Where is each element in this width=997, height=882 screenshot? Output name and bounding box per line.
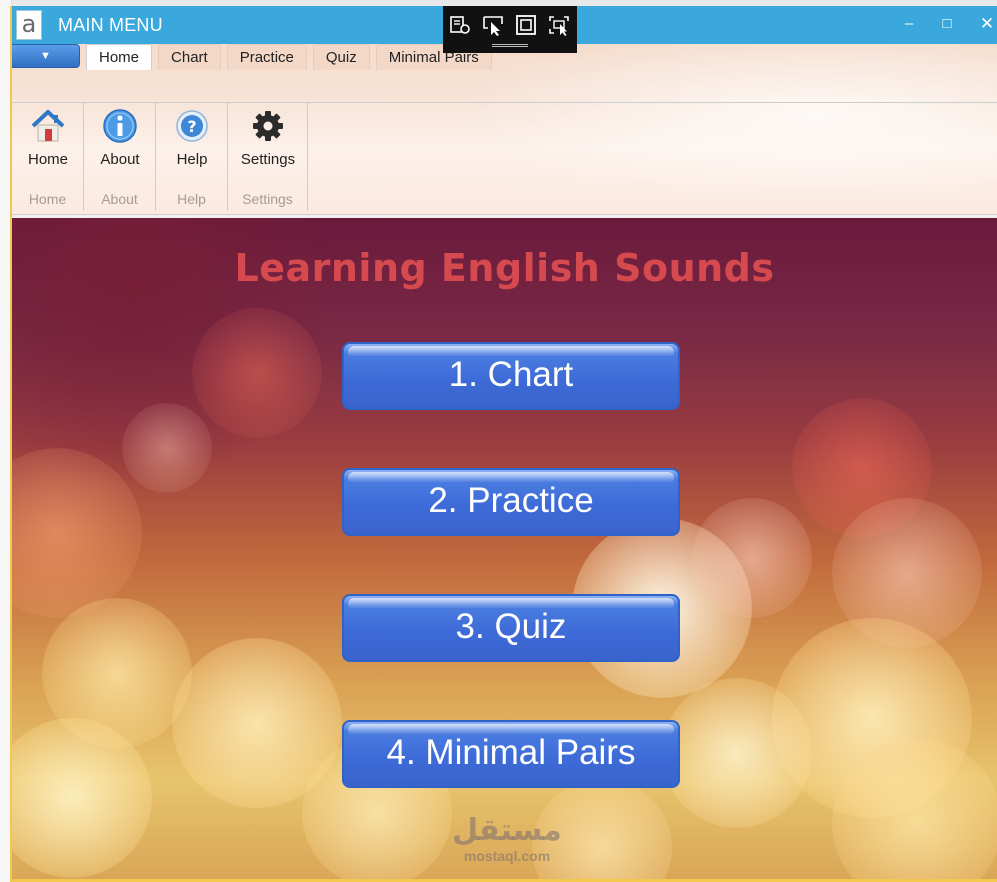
app-logo: a: [16, 10, 42, 40]
quiz-button-label: 3. Quiz: [455, 607, 567, 646]
quiz-button[interactable]: 3. Quiz: [342, 594, 680, 662]
ribbon-group-help: ? Help Help: [156, 103, 228, 211]
help-button[interactable]: ? Help: [160, 107, 224, 168]
tab-quiz[interactable]: Quiz: [312, 44, 370, 70]
ribbon-group-home: Home Home: [12, 103, 84, 211]
ribbon-group-settings: Settings Settings: [228, 103, 308, 211]
group-label-about: About: [101, 191, 138, 207]
minimal-pairs-button-label: 4. Minimal Pairs: [386, 733, 636, 772]
ribbon-tabs: Home Chart Practice Quiz Minimal Pairs: [86, 44, 492, 70]
house-icon: [31, 110, 65, 142]
bokeh-light: [662, 678, 812, 828]
about-button-label: About: [100, 151, 140, 168]
ribbon-bottom-edge: [12, 214, 997, 218]
button-shine: [348, 472, 674, 482]
gear-icon: [253, 111, 283, 141]
button-shine: [348, 346, 674, 356]
tab-practice[interactable]: Practice: [226, 44, 307, 70]
home-button-label: Home: [27, 151, 68, 168]
tab-chart[interactable]: Chart: [158, 44, 221, 70]
bokeh-light: [192, 308, 322, 438]
chart-button[interactable]: 1. Chart: [342, 342, 680, 410]
practice-button-label: 2. Practice: [428, 481, 594, 520]
ribbon-group-about: About About: [84, 103, 156, 211]
practice-button[interactable]: 2. Practice: [342, 468, 680, 536]
bokeh-light: [122, 403, 212, 493]
chart-button-label: 1. Chart: [448, 355, 574, 394]
question-icon: ?: [176, 110, 208, 142]
button-shine: [348, 598, 674, 608]
maximize-button[interactable]: □: [932, 10, 962, 38]
group-label-settings: Settings: [242, 191, 293, 207]
capture-pointer-icon[interactable]: [481, 14, 505, 36]
minimize-button[interactable]: –: [894, 10, 924, 38]
group-label-home: Home: [28, 191, 67, 207]
capture-settings-icon[interactable]: [448, 14, 472, 36]
capture-window-icon[interactable]: [514, 14, 538, 36]
info-icon: [103, 109, 137, 143]
button-shine: [348, 724, 674, 734]
settings-button[interactable]: Settings: [236, 107, 300, 168]
group-label-help: Help: [177, 191, 206, 207]
svg-text:?: ?: [187, 117, 196, 136]
bokeh-light: [692, 498, 812, 618]
watermark-site: mostaql.com: [463, 848, 551, 864]
watermark-arabic: مستقل: [452, 813, 562, 848]
home-button[interactable]: Home: [16, 107, 80, 168]
application-menu-button[interactable]: ▼: [12, 44, 80, 68]
watermark: مستقل mostaql.com: [437, 813, 577, 864]
window-title: MAIN MENU: [58, 15, 163, 35]
close-button[interactable]: ✕: [972, 10, 997, 38]
capture-region-icon[interactable]: [547, 14, 571, 36]
help-button-label: Help: [176, 151, 208, 168]
bokeh-light: [12, 448, 142, 618]
about-button[interactable]: About: [88, 107, 152, 168]
settings-button-label: Settings: [240, 151, 296, 168]
page-title: Learning English Sounds: [234, 246, 775, 290]
minimal-pairs-button[interactable]: 4. Minimal Pairs: [342, 720, 680, 788]
capture-drag-handle[interactable]: [492, 44, 528, 47]
capture-toolbar[interactable]: [443, 6, 577, 53]
app-window: a MAIN MENU – □ ✕ ▼ Home Chart Practice …: [10, 6, 997, 882]
ribbon-panel: Home Home About About ? Help Help Settin…: [12, 103, 997, 215]
main-content: Learning English Sounds 1. Chart 2. Prac…: [12, 218, 997, 879]
chevron-down-icon: ▼: [40, 50, 51, 62]
tab-home[interactable]: Home: [86, 44, 153, 70]
